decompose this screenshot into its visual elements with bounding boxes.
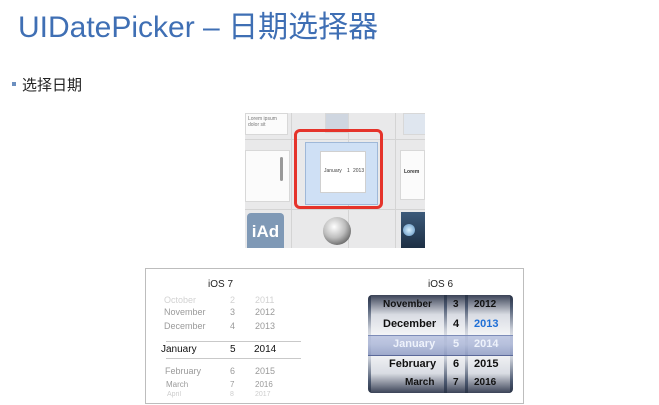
grid-line <box>245 209 425 210</box>
scroll-indicator <box>280 157 283 181</box>
ios6-day: 7 <box>453 377 459 388</box>
ios6-label: iOS 6 <box>428 279 454 290</box>
ios6-date-picker[interactable]: November 3 2012 December 4 2013 January … <box>368 295 513 393</box>
ios6-year-selected: 2014 <box>474 338 499 350</box>
library-item-glkit[interactable] <box>401 212 425 248</box>
ios6-year: 2015 <box>474 358 499 370</box>
grid-line <box>395 113 396 248</box>
ios7-row: December 4 2013 <box>164 321 276 331</box>
selection-highlight <box>294 129 383 209</box>
ios6-day: 6 <box>453 358 460 370</box>
ios6-month-selected: January <box>393 338 436 350</box>
ios6-month: February <box>389 358 437 370</box>
library-item-text[interactable]: Lorem ipsum dolor sit <box>245 113 288 135</box>
bullet-text: 选择日期 <box>22 77 83 94</box>
grid-line <box>291 113 292 248</box>
ios6-day: 4 <box>453 318 460 330</box>
ios7-row: April 8 2017 <box>167 391 271 398</box>
library-item-label-text: Lorem <box>404 169 420 175</box>
library-item-glkit-dot <box>403 224 415 236</box>
ios6-day-selected: 5 <box>453 338 460 350</box>
ios6-month: December <box>383 318 437 330</box>
bullet-icon <box>12 82 16 87</box>
comparison-panel: iOS 7 iOS 6 October 2 2011 November 3 2012 D… <box>145 268 524 404</box>
ios7-row: November 3 2012 <box>164 307 276 317</box>
selection-line <box>166 341 301 342</box>
ios7-selected-row: January 5 2014 <box>161 344 277 355</box>
ios7-label: iOS 7 <box>208 279 234 290</box>
library-item-sphere[interactable] <box>323 217 351 245</box>
library-item-toolbar[interactable] <box>403 113 425 135</box>
ios7-date-picker[interactable]: October 2 2011 November 3 2012 December 4 2013… <box>156 295 301 403</box>
selection-line <box>166 358 301 359</box>
ios6-day: 3 <box>453 299 459 310</box>
bullet-item: 选择日期 <box>12 74 82 95</box>
slide-title: UIDatePicker – 日期选择器 <box>18 11 379 44</box>
library-item-text-label: Lorem ipsum dolor sit <box>248 116 277 128</box>
ios7-row: February 6 2015 <box>165 366 276 376</box>
ios6-month: March <box>405 377 435 388</box>
library-item-iad[interactable]: iAd <box>247 213 284 248</box>
ios6-year: 2012 <box>474 299 497 310</box>
ios6-month: November <box>383 299 432 310</box>
ios6-year-highlight: 2013 <box>474 318 499 330</box>
library-item-textview[interactable] <box>245 150 290 202</box>
ios6-year: 2016 <box>474 377 497 388</box>
library-item-label[interactable]: Lorem <box>400 150 425 200</box>
